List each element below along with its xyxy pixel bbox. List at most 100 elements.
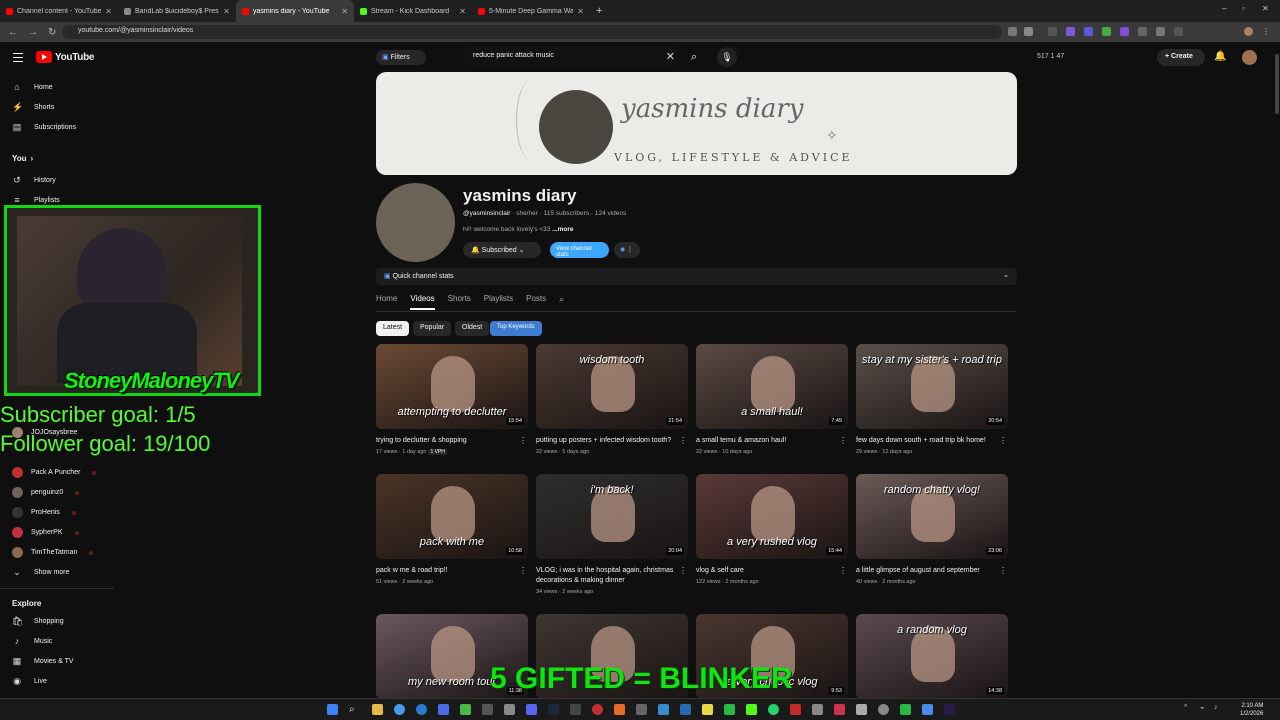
search-icon[interactable]: ⌕ <box>349 704 360 715</box>
app-icon[interactable] <box>570 704 581 715</box>
browser-menu-icon[interactable]: ⋮ <box>1262 27 1271 36</box>
video-card[interactable]: a very rushed vlog 15:44 vlog & self care 1… <box>696 474 849 585</box>
more-link[interactable]: ...more <box>552 226 573 233</box>
sidebar-item-live[interactable]: ◉ Live <box>12 676 47 686</box>
user-avatar[interactable] <box>1242 50 1257 65</box>
reload-icon[interactable]: ↻ <box>48 27 60 38</box>
video-thumbnail[interactable]: a random vlog 14:38 <box>856 614 1008 699</box>
app-icon[interactable] <box>812 704 823 715</box>
clear-search-icon[interactable]: ✕ <box>666 50 675 63</box>
back-icon[interactable]: ← <box>8 27 20 38</box>
video-menu-icon[interactable]: ⋮ <box>839 436 847 445</box>
video-menu-icon[interactable]: ⋮ <box>519 436 527 445</box>
youtube-logo[interactable]: YouTube <box>36 51 95 63</box>
sidebar-item-shorts[interactable]: ⚡ Shorts <box>12 102 54 112</box>
video-card[interactable]: pack with me 10:58 pack w me & road trip!!… <box>376 474 529 585</box>
search-input[interactable]: reduce panic attack music ✕ <box>463 47 681 67</box>
close-tab-icon[interactable]: ✕ <box>223 7 230 16</box>
app-icon[interactable] <box>702 704 713 715</box>
search-button[interactable]: ⌕ <box>684 47 704 67</box>
app-icon[interactable] <box>900 704 911 715</box>
channel-search-icon[interactable]: ⌕ <box>559 294 564 310</box>
extension-icon[interactable] <box>1102 27 1111 36</box>
url-field[interactable]: youtube.com/@yasminsinclair/videos <box>62 25 1002 39</box>
chip-latest[interactable]: Latest <box>376 321 410 336</box>
minimize-icon[interactable]: – <box>1222 4 1226 13</box>
video-thumbnail[interactable]: attempting to declutter 15:54 <box>376 344 528 429</box>
subscribed-button[interactable]: 🔔 Subscribed ⌄ <box>463 242 541 258</box>
video-card[interactable]: a random vlog 14:38 <box>856 614 1009 699</box>
video-title[interactable]: vlog & self care <box>696 566 836 576</box>
steam-icon[interactable] <box>548 704 559 715</box>
video-menu-icon[interactable]: ⋮ <box>999 566 1007 575</box>
channel-description[interactable]: hi!! welcome back lovely's <33 ...more <box>463 226 574 233</box>
edge-icon[interactable] <box>416 704 427 715</box>
video-title[interactable]: trying to declutter & shopping <box>376 436 516 446</box>
chip-popular[interactable]: Popular <box>413 321 452 336</box>
filters-button[interactable]: ▣ Filters <box>376 50 426 65</box>
tab-home[interactable]: Home <box>376 294 397 310</box>
extension-icon[interactable] <box>1048 27 1057 36</box>
video-thumbnail[interactable]: a small haul! 7:49 <box>696 344 848 429</box>
video-menu-icon[interactable]: ⋮ <box>679 436 687 445</box>
video-thumbnail[interactable]: stay at my sister's + road trip 20:54 <box>856 344 1008 429</box>
app-icon[interactable] <box>834 704 845 715</box>
quick-channel-stats-bar[interactable]: ▣ Quick channel stats ⌄ <box>376 268 1017 285</box>
close-tab-icon[interactable]: ✕ <box>341 7 348 16</box>
premiere-icon[interactable] <box>944 704 955 715</box>
forward-icon[interactable]: → <box>28 27 40 38</box>
video-menu-icon[interactable]: ⋮ <box>679 566 687 575</box>
subscription-item[interactable]: SypherPK <box>12 527 79 538</box>
sidebar-item-history[interactable]: ↺ History <box>12 175 56 185</box>
close-tab-icon[interactable]: ✕ <box>459 7 466 16</box>
browser-tab[interactable]: Channel content - YouTube Stu✕ <box>0 0 118 22</box>
channel-avatar-large[interactable] <box>376 183 455 262</box>
sidebar-item-home[interactable]: ⌂ Home <box>12 82 52 92</box>
sidebar-you-header[interactable]: You › <box>12 154 33 163</box>
tab-playlists[interactable]: Playlists <box>484 294 513 310</box>
taskbar-clock[interactable]: 2:10 AM 1/2/2026 <box>1240 702 1263 718</box>
app-icon[interactable] <box>636 704 647 715</box>
app-icon[interactable] <box>482 704 493 715</box>
video-thumbnail[interactable]: wisdom tooth 21:54 <box>536 344 688 429</box>
create-button[interactable]: + Create <box>1157 49 1205 66</box>
discord-icon[interactable] <box>526 704 537 715</box>
video-menu-icon[interactable]: ⋮ <box>519 566 527 575</box>
sidebar-item-subscriptions[interactable]: ▤ Subscriptions <box>12 122 76 132</box>
chip-oldest[interactable]: Oldest <box>455 321 490 336</box>
show-more-button[interactable]: ⌄ Show more <box>12 567 69 577</box>
video-menu-icon[interactable]: ⋮ <box>999 436 1007 445</box>
subscription-item[interactable]: Pack A Puncher <box>12 467 97 478</box>
chrome-icon[interactable] <box>394 704 405 715</box>
browser-tab-active[interactable]: yasmins diary - YouTube ✕ <box>236 0 354 22</box>
video-thumbnail[interactable]: random chatty vlog! 23:06 <box>856 474 1008 559</box>
video-card[interactable]: stay at my sister's + road trip 20:54 few … <box>856 344 1009 455</box>
close-window-icon[interactable]: ✕ <box>1262 4 1269 13</box>
store-icon[interactable] <box>438 704 449 715</box>
video-card[interactable]: a small haul! 7:49 a small temu & amazon h… <box>696 344 849 455</box>
sidebar-item-movies[interactable]: ▦ Movies & TV <box>12 656 74 666</box>
sidebar-item-music[interactable]: ♪ Music <box>12 636 53 646</box>
video-title[interactable]: VLOG; i was in the hospital again, chris… <box>536 566 676 586</box>
close-tab-icon[interactable]: ✕ <box>105 7 112 16</box>
app-icon[interactable] <box>790 704 801 715</box>
extensions-puzzle-icon[interactable] <box>1174 27 1183 36</box>
video-card[interactable]: attempting to declutter 15:54 trying to de… <box>376 344 529 455</box>
video-card[interactable]: wisdom tooth 21:54 putting up posters + in… <box>536 344 689 455</box>
app-icon[interactable] <box>504 704 515 715</box>
hamburger-menu-icon[interactable] <box>13 53 23 65</box>
browser-tab[interactable]: 5-Minute Deep Gamma Wave ✕ <box>472 0 590 22</box>
app-icon[interactable] <box>724 704 735 715</box>
extension-icon[interactable] <box>1120 27 1129 36</box>
extension-icon[interactable] <box>1084 27 1093 36</box>
tray-chevron-icon[interactable]: ^ <box>1184 704 1195 715</box>
extension-icon[interactable] <box>1156 27 1165 36</box>
video-thumbnail[interactable]: pack with me 10:58 <box>376 474 528 559</box>
extension-icon[interactable] <box>1066 27 1075 36</box>
video-title[interactable]: putting up posters + infected wisdom too… <box>536 436 676 446</box>
view-channel-stats-button[interactable]: View channel stats <box>550 242 609 258</box>
video-card[interactable]: random chatty vlog! 23:06 a little glimpse… <box>856 474 1009 585</box>
app-icon[interactable] <box>658 704 669 715</box>
windows-start-icon[interactable] <box>327 704 338 715</box>
scrollbar-thumb[interactable] <box>1275 54 1279 114</box>
